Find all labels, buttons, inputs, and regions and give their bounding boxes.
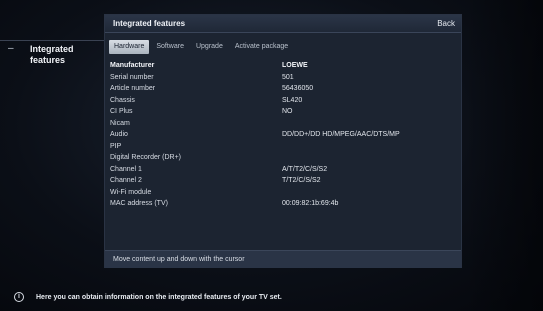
feature-key: CI Plus bbox=[110, 108, 133, 115]
feature-value: DD/DD+/DD HD/MPEG/AAC/DTS/MP bbox=[282, 131, 400, 138]
tab-bar: Hardware Software Upgrade Activate packa… bbox=[109, 40, 295, 54]
list-item: Wi-Fi module bbox=[110, 187, 458, 199]
feature-value: 501 bbox=[282, 73, 294, 81]
feature-key: Wi-Fi module bbox=[110, 188, 152, 196]
tab-hardware[interactable]: Hardware bbox=[109, 40, 150, 54]
feature-key: Channel 2 bbox=[110, 177, 142, 184]
hint-bar: Move content up and down with the cursor bbox=[105, 250, 461, 268]
list-item: Chassis SL420 bbox=[110, 95, 458, 107]
feature-key: Digital Recorder (DR+) bbox=[110, 154, 181, 161]
feature-value: SL420 bbox=[282, 96, 303, 104]
feature-value: NO bbox=[282, 108, 293, 115]
integrated-features-panel: Integrated features Back Hardware Softwa… bbox=[104, 14, 462, 268]
feature-key: PIP bbox=[110, 142, 122, 150]
info-icon: i bbox=[14, 292, 24, 302]
footer-text: Here you can obtain information on the i… bbox=[36, 293, 282, 301]
feature-key: Channel 1 bbox=[110, 165, 142, 173]
list-item: Channel 1 A/T/T2/C/S/S2 bbox=[110, 164, 458, 176]
list-item: CI Plus NO bbox=[110, 106, 458, 118]
list-item: Serial number 501 bbox=[110, 72, 458, 84]
list-item: Audio DD/DD+/DD HD/MPEG/AAC/DTS/MP bbox=[110, 129, 458, 141]
feature-list: Manufacturer LOEWE Serial number 501 Art… bbox=[110, 60, 458, 210]
hint-text: Move content up and down with the cursor bbox=[113, 256, 245, 263]
feature-value: T/T2/C/S/S2 bbox=[282, 177, 321, 184]
nav-dash-marker: – bbox=[8, 43, 14, 54]
list-item: Manufacturer LOEWE bbox=[110, 60, 458, 72]
feature-key: Article number bbox=[110, 85, 156, 92]
feature-key: Manufacturer bbox=[110, 62, 155, 69]
edge-shade bbox=[466, 0, 543, 311]
list-item: PIP bbox=[110, 141, 458, 153]
tv-screen: – Integrated features Integrated feature… bbox=[0, 0, 543, 311]
feature-value: LOEWE bbox=[282, 62, 308, 69]
feature-key: Nicam bbox=[110, 119, 130, 127]
back-button[interactable]: Back bbox=[437, 19, 455, 28]
list-item: Digital Recorder (DR+) bbox=[110, 152, 458, 164]
feature-value: 56436050 bbox=[282, 85, 314, 92]
info-footer: i Here you can obtain information on the… bbox=[14, 290, 282, 304]
feature-value: A/T/T2/C/S/S2 bbox=[282, 165, 328, 173]
panel-header: Integrated features Back bbox=[105, 15, 461, 33]
feature-value: 00:09:82:1b:69:4b bbox=[282, 200, 339, 207]
feature-key: Audio bbox=[110, 131, 128, 138]
tab-upgrade[interactable]: Upgrade bbox=[191, 40, 228, 54]
tab-software[interactable]: Software bbox=[151, 40, 189, 54]
panel-title: Integrated features bbox=[113, 19, 186, 28]
sidebar-item-integrated-features[interactable]: – Integrated features bbox=[8, 44, 104, 70]
list-item: Nicam bbox=[110, 118, 458, 130]
list-item: Article number 56436050 bbox=[110, 83, 458, 95]
feature-key: MAC address (TV) bbox=[110, 200, 168, 207]
list-item: MAC address (TV) 00:09:82:1b:69:4b bbox=[110, 198, 458, 210]
feature-key: Serial number bbox=[110, 73, 154, 81]
sidebar-item-label: Integrated features bbox=[30, 44, 74, 65]
tab-activate-package[interactable]: Activate package bbox=[230, 40, 293, 54]
feature-key: Chassis bbox=[110, 96, 135, 104]
nav-divider bbox=[0, 40, 105, 41]
list-item: Channel 2 T/T2/C/S/S2 bbox=[110, 175, 458, 187]
